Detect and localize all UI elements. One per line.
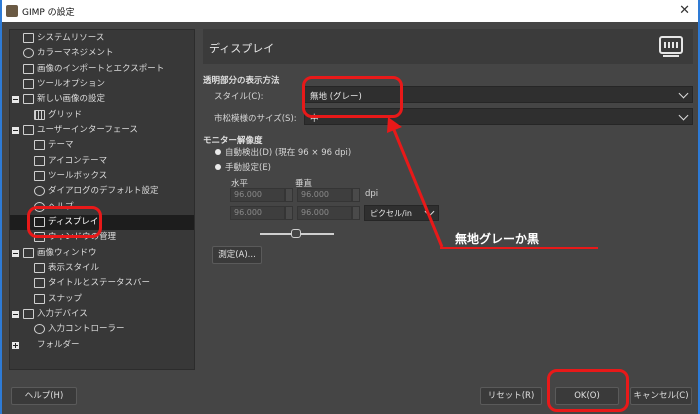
window-title: GIMP の設定 (22, 8, 75, 18)
tree-item-input-devices[interactable]: 入力デバイス (10, 307, 194, 322)
help-button[interactable]: ヘルプ(H) (11, 387, 77, 405)
tree-item-image-window[interactable]: 画像ウィンドウ (10, 246, 194, 261)
manual-label: 手動設定(E) (225, 163, 272, 173)
collapse-icon[interactable] (12, 311, 19, 318)
horizontal-stepper[interactable] (285, 188, 293, 202)
chevron-down-icon (678, 88, 689, 99)
horizontal-resolution-input[interactable]: 96.000 (230, 188, 285, 202)
monitor-heading: モニター解像度 (203, 136, 263, 146)
title-bar: GIMP の設定 ✕ (2, 0, 698, 22)
tree-item-new-image[interactable]: 新しい画像の設定 (10, 92, 194, 107)
calibrate-button[interactable]: 測定(A)... (212, 246, 262, 264)
cancel-button[interactable]: キャンセル(C) (630, 387, 692, 405)
tree-item-tool-options[interactable]: ツールオプション (10, 77, 194, 92)
transparency-heading: 透明部分の表示方法 (203, 76, 280, 86)
tool-options-icon (23, 79, 34, 89)
horizontal-pixels-input[interactable]: 96.000 (230, 206, 285, 220)
grid-icon (34, 110, 45, 120)
tree-item-folders[interactable]: フォルダー (10, 338, 194, 353)
tree-item-toolbox[interactable]: ツールボックス (10, 169, 194, 184)
icon-theme-icon (34, 156, 45, 166)
horizontal-pixels-stepper[interactable] (285, 206, 293, 220)
tree-item-color-management[interactable]: カラーマネジメント (10, 46, 194, 61)
monitor-stand (663, 55, 679, 57)
category-tree: システムリソース カラーマネジメント 画像のインポートとエクスポート ツールオプ… (9, 29, 195, 370)
tree-item-snap[interactable]: スナップ (10, 292, 194, 307)
auto-detect-label: 自動検出(D) (現在 96 × 96 dpi) (225, 148, 352, 158)
image-window-icon (23, 248, 34, 258)
tree-item-user-interface[interactable]: ユーザーインターフェース (10, 123, 194, 138)
gimp-app-icon (6, 5, 18, 17)
panel-header: ディスプレイ (203, 29, 693, 64)
collapse-icon[interactable] (12, 250, 19, 257)
annotation-arrow (387, 117, 444, 248)
interface-icon (23, 125, 34, 135)
tree-item-input-controllers[interactable]: 入力コントローラー (10, 322, 194, 337)
tree-item-icon-theme[interactable]: アイコンテーマ (10, 154, 194, 169)
page-title: ディスプレイ (209, 42, 275, 55)
dpi-label: dpi (365, 189, 379, 199)
annotation-ring-ok (547, 369, 629, 412)
check-size-label: 市松模様のサイズ(S): (214, 114, 297, 124)
manual-radio[interactable] (215, 164, 221, 170)
vertical-resolution-input[interactable]: 96.000 (297, 188, 352, 202)
monitor-icon (659, 36, 683, 54)
tree-item-dialog-defaults[interactable]: ダイアログのデフォルト設定 (10, 184, 194, 199)
annotation-underline (440, 247, 598, 249)
annotation-ring-style (302, 76, 403, 118)
theme-icon (34, 140, 45, 150)
collapse-icon[interactable] (12, 127, 19, 134)
vertical-pixels-stepper[interactable] (352, 206, 360, 220)
chevron-down-icon (678, 110, 689, 121)
auto-detect-radio[interactable] (215, 149, 221, 155)
snap-icon (34, 294, 45, 304)
tree-item-theme[interactable]: テーマ (10, 138, 194, 153)
tree-item-appearance[interactable]: 表示スタイル (10, 261, 194, 276)
annotation-ring-display (27, 206, 102, 238)
preferences-window: GIMP の設定 ✕ システムリソース カラーマネジメント 画像のインポートとエ… (0, 0, 700, 414)
tree-item-system-resources[interactable]: システムリソース (10, 31, 194, 46)
image-io-icon (23, 64, 34, 74)
new-image-icon (23, 94, 34, 104)
input-controller-icon (34, 324, 45, 334)
expand-icon[interactable] (12, 342, 19, 349)
tree-item-title-status[interactable]: タイトルとステータスバー (10, 276, 194, 291)
dialog-defaults-icon (34, 186, 45, 196)
color-icon (23, 48, 34, 58)
close-icon[interactable]: ✕ (679, 3, 690, 18)
vertical-pixels-input[interactable]: 96.000 (297, 206, 352, 220)
input-device-icon (23, 309, 34, 319)
appearance-icon (34, 263, 45, 273)
reset-button[interactable]: リセット(R) (480, 387, 542, 405)
chip-icon (23, 33, 34, 43)
annotation-text: 無地グレーか黒 (455, 232, 540, 246)
style-label: スタイル(C): (214, 92, 264, 102)
toolbox-icon (34, 171, 45, 181)
chain-link-icon[interactable] (291, 229, 301, 238)
vertical-stepper[interactable] (352, 188, 360, 202)
tree-item-grid[interactable]: グリッド (10, 108, 194, 123)
title-status-icon (34, 278, 45, 288)
collapse-icon[interactable] (12, 96, 19, 103)
tree-item-image-import-export[interactable]: 画像のインポートとエクスポート (10, 62, 194, 77)
